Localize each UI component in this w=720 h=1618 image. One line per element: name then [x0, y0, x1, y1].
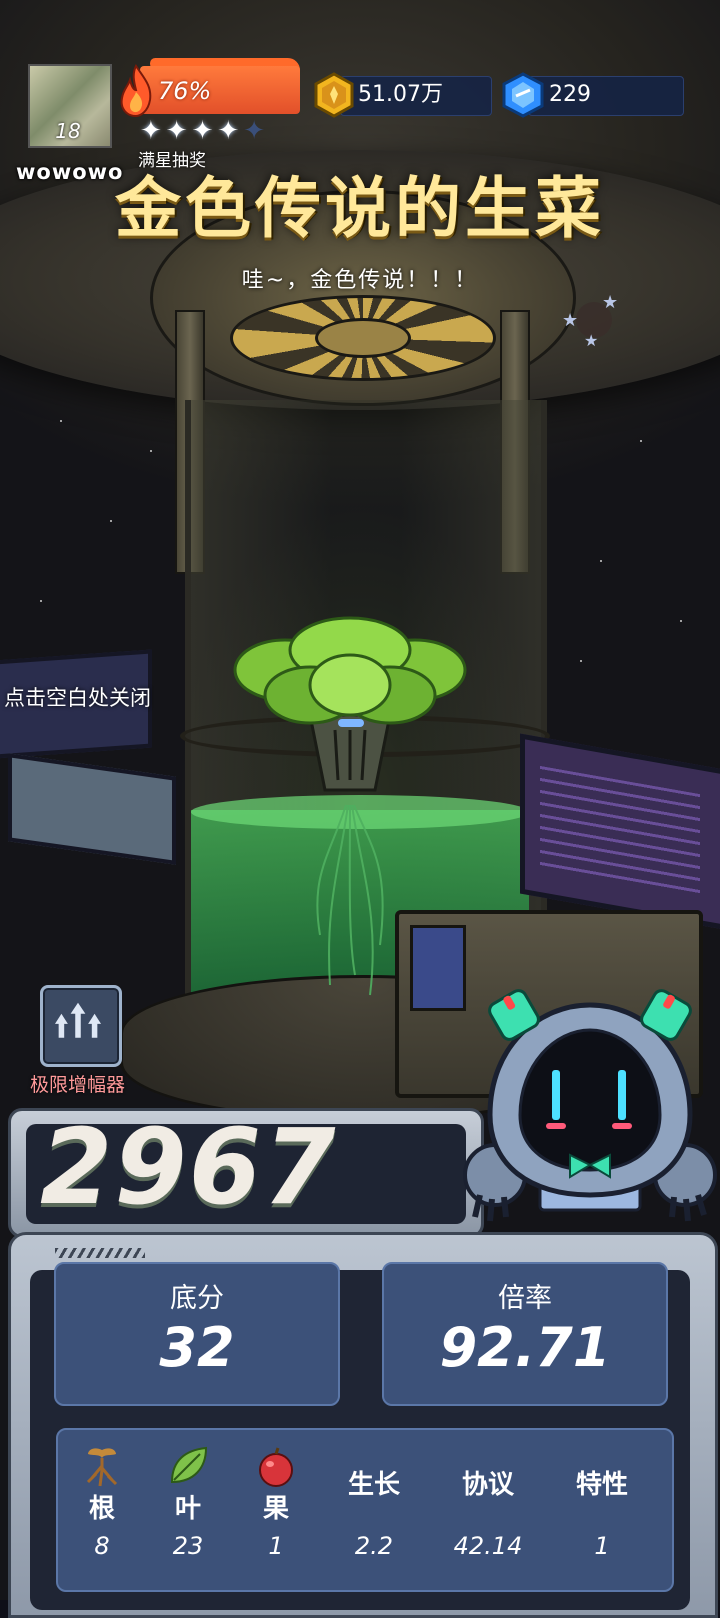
- stat-value: 42.14: [453, 1532, 523, 1560]
- reward-title: 金色传说的生菜: [115, 170, 605, 247]
- svg-text:★: ★: [562, 310, 578, 331]
- energy-percent: 76%: [158, 77, 212, 105]
- multiplier-value: 92.71: [439, 1316, 611, 1379]
- stat-leaf: 叶 23: [148, 1430, 228, 1590]
- stat-fruit: 果 1: [236, 1430, 316, 1590]
- sparkle-icon: ★ ★ ★: [562, 292, 618, 350]
- stat-value: 1: [268, 1532, 284, 1560]
- robot-mascot: [463, 989, 717, 1222]
- stat-label: 特性: [575, 1470, 628, 1500]
- stat-label: 生长: [347, 1470, 400, 1500]
- flame-icon: [120, 64, 152, 118]
- stat-value: 1: [594, 1532, 610, 1560]
- stat-growth: 生长 2.2: [334, 1430, 414, 1590]
- stat-label: 果: [262, 1494, 289, 1524]
- stat-value: 2.2: [354, 1532, 394, 1560]
- triple-up-arrow-icon: [54, 1002, 102, 1038]
- stat-label: 协议: [461, 1470, 514, 1500]
- limit-amplifier-button[interactable]: [40, 985, 122, 1067]
- leaf-icon: [170, 1446, 208, 1484]
- stat-protocol: 协议 42.14: [448, 1430, 528, 1590]
- console-desk-left: [8, 753, 176, 865]
- stat-label: 叶: [174, 1494, 201, 1524]
- star-icon: ✦: [140, 116, 162, 146]
- golden-lettuce: [233, 616, 467, 996]
- star-icon: ✦: [165, 116, 188, 146]
- star-icon: ✦: [217, 116, 240, 146]
- base-score-value: 32: [159, 1316, 235, 1379]
- tap-to-close-hint[interactable]: 点击空白处关闭: [4, 682, 151, 712]
- apple-icon: [259, 1447, 293, 1487]
- svg-text:★: ★: [602, 292, 618, 313]
- incubator-cap-hub: [315, 318, 411, 358]
- svg-text:★: ★: [584, 331, 598, 350]
- total-score: 2967: [40, 1106, 338, 1228]
- multiplier-box: 倍率 92.71: [382, 1262, 668, 1406]
- star-icon: ✦: [191, 116, 214, 146]
- gem-amount: 229: [549, 82, 591, 107]
- stat-value: 23: [172, 1532, 204, 1560]
- stat-label: 根: [88, 1494, 115, 1524]
- multiplier-label: 倍率: [498, 1283, 552, 1314]
- player-level: 18: [55, 119, 81, 143]
- coin-icon: [314, 72, 354, 118]
- star-empty-icon: ✦: [243, 116, 265, 146]
- gem-icon: [502, 72, 544, 118]
- plant-stats: 根 8 叶 23 果 1 生长 2.2 协议 42.14 特性 1: [56, 1428, 674, 1592]
- limit-amplifier-label: 极限增幅器: [30, 1074, 126, 1096]
- sprout-root-icon: [86, 1448, 118, 1487]
- stat-root: 根 8: [62, 1430, 142, 1590]
- base-score-label: 底分: [170, 1283, 224, 1314]
- coin-amount: 51.07万: [358, 82, 443, 107]
- stat-trait: 特性 1: [562, 1430, 642, 1590]
- star-progress: ✦ ✦ ✦ ✦ ✦: [140, 116, 300, 146]
- panel-stripes: [55, 1248, 145, 1258]
- stat-value: 8: [94, 1532, 110, 1560]
- base-score-box: 底分 32: [54, 1262, 340, 1406]
